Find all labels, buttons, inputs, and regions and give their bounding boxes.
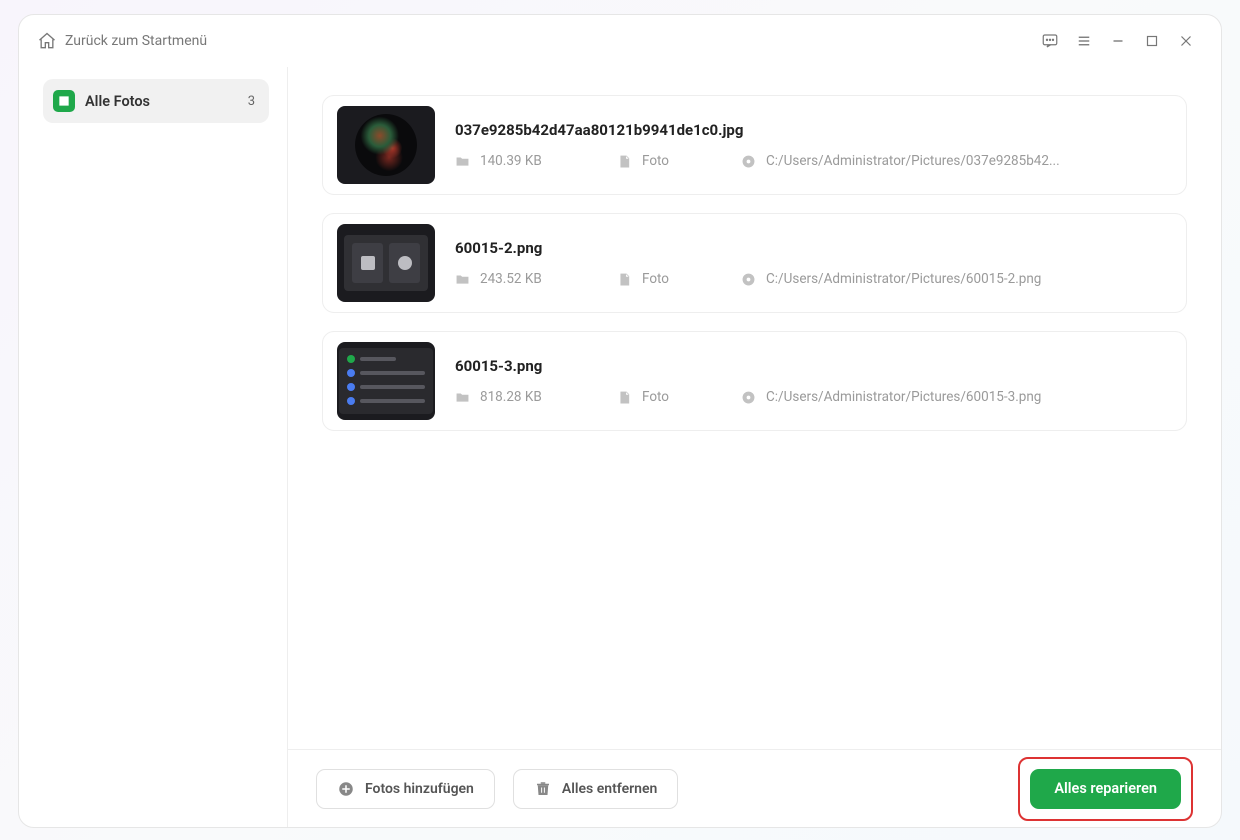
file-icon — [617, 272, 632, 287]
file-size: 243.52 KB — [480, 271, 542, 287]
maximize-button[interactable] — [1135, 24, 1169, 58]
location-icon — [741, 390, 756, 405]
file-type: Foto — [642, 153, 669, 169]
file-path: C:/Users/Administrator/Pictures/60015-2.… — [766, 271, 1041, 287]
repair-all-label: Alles reparieren — [1054, 780, 1157, 797]
sidebar-item-count: 3 — [248, 94, 255, 109]
file-info: 60015-2.png 243.52 KB Foto C:/Users/Admi… — [455, 239, 1172, 287]
maximize-icon — [1143, 32, 1161, 50]
file-type: Foto — [642, 389, 669, 405]
file-info: 037e9285b42d47aa80121b9941de1c0.jpg 140.… — [455, 121, 1172, 169]
repair-all-button[interactable]: Alles reparieren — [1030, 769, 1181, 809]
file-thumbnail — [337, 224, 435, 302]
chat-icon — [1041, 32, 1059, 50]
file-name: 60015-2.png — [455, 239, 1172, 257]
folder-icon — [455, 154, 470, 169]
footer-toolbar: Fotos hinzufügen Alles entfernen Alles r… — [288, 749, 1221, 827]
home-icon — [37, 31, 57, 51]
location-icon — [741, 272, 756, 287]
add-photos-button[interactable]: Fotos hinzufügen — [316, 769, 495, 809]
feedback-button[interactable] — [1033, 24, 1067, 58]
remove-all-button[interactable]: Alles entfernen — [513, 769, 678, 809]
trash-icon — [534, 780, 552, 798]
file-size: 140.39 KB — [480, 153, 542, 169]
remove-all-label: Alles entfernen — [562, 781, 657, 797]
file-path: C:/Users/Administrator/Pictures/037e9285… — [766, 153, 1060, 169]
menu-button[interactable] — [1067, 24, 1101, 58]
app-body: Alle Fotos 3 037e9285b42d47aa80121b9941d… — [19, 67, 1221, 827]
close-icon — [1177, 32, 1195, 50]
back-to-start-label: Zurück zum Startmenü — [65, 33, 207, 49]
add-photos-label: Fotos hinzufügen — [365, 781, 474, 797]
file-size: 818.28 KB — [480, 389, 542, 405]
main-panel: 037e9285b42d47aa80121b9941de1c0.jpg 140.… — [287, 67, 1221, 827]
sidebar: Alle Fotos 3 — [19, 67, 287, 827]
sidebar-item-label: Alle Fotos — [85, 93, 150, 110]
app-window: Zurück zum Startmenü Alle Fotos 3 037e92… — [18, 14, 1222, 828]
file-name: 60015-3.png — [455, 357, 1172, 375]
file-item[interactable]: 60015-2.png 243.52 KB Foto C:/Users/Admi… — [322, 213, 1187, 313]
sidebar-item-all-photos[interactable]: Alle Fotos 3 — [43, 79, 269, 123]
file-thumbnail — [337, 106, 435, 184]
back-to-start-button[interactable]: Zurück zum Startmenü — [37, 31, 207, 51]
menu-icon — [1075, 32, 1093, 50]
minimize-button[interactable] — [1101, 24, 1135, 58]
file-meta: 140.39 KB Foto C:/Users/Administrator/Pi… — [455, 153, 1172, 169]
folder-icon — [455, 390, 470, 405]
file-name: 037e9285b42d47aa80121b9941de1c0.jpg — [455, 121, 1172, 139]
file-type: Foto — [642, 271, 669, 287]
file-item[interactable]: 037e9285b42d47aa80121b9941de1c0.jpg 140.… — [322, 95, 1187, 195]
file-item[interactable]: 60015-3.png 818.28 KB Foto C:/Users/Admi… — [322, 331, 1187, 431]
close-button[interactable] — [1169, 24, 1203, 58]
plus-circle-icon — [337, 780, 355, 798]
photo-icon — [53, 90, 75, 112]
file-meta: 818.28 KB Foto C:/Users/Administrator/Pi… — [455, 389, 1172, 405]
file-icon — [617, 154, 632, 169]
repair-highlight-box: Alles reparieren — [1018, 757, 1193, 821]
file-info: 60015-3.png 818.28 KB Foto C:/Users/Admi… — [455, 357, 1172, 405]
location-icon — [741, 154, 756, 169]
file-list: 037e9285b42d47aa80121b9941de1c0.jpg 140.… — [288, 67, 1221, 749]
file-meta: 243.52 KB Foto C:/Users/Administrator/Pi… — [455, 271, 1172, 287]
file-thumbnail — [337, 342, 435, 420]
file-icon — [617, 390, 632, 405]
minimize-icon — [1109, 32, 1127, 50]
titlebar: Zurück zum Startmenü — [19, 15, 1221, 67]
file-path: C:/Users/Administrator/Pictures/60015-3.… — [766, 389, 1041, 405]
folder-icon — [455, 272, 470, 287]
